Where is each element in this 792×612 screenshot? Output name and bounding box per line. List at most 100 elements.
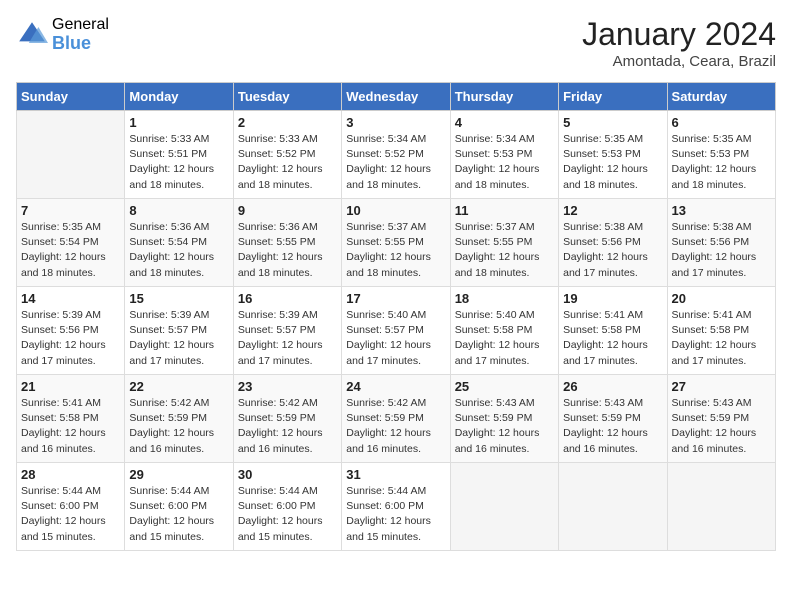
day-number: 2: [238, 115, 337, 130]
header-cell-sunday: Sunday: [17, 83, 125, 111]
day-cell: 11 Sunrise: 5:37 AMSunset: 5:55 PMDayligh…: [450, 199, 558, 287]
day-info: Sunrise: 5:44 AMSunset: 6:00 PMDaylight:…: [238, 484, 337, 545]
day-cell: 26 Sunrise: 5:43 AMSunset: 5:59 PMDayligh…: [559, 375, 667, 463]
day-cell: 27Sunrise: 5:43 AMSunset: 5:59 PMDayligh…: [667, 375, 775, 463]
day-number: 26: [563, 379, 662, 394]
day-number: 4: [455, 115, 554, 130]
day-number: 13: [672, 203, 771, 218]
day-info: Sunrise: 5:33 AMSunset: 5:51 PMDaylight:…: [129, 132, 228, 193]
calendar-body: 1 Sunrise: 5:33 AMSunset: 5:51 PMDaylight…: [17, 111, 776, 551]
title-block: January 2024 Amontada, Ceara, Brazil: [582, 16, 776, 70]
day-cell: 23 Sunrise: 5:42 AMSunset: 5:59 PMDayligh…: [233, 375, 341, 463]
day-info: Sunrise: 5:35 AMSunset: 5:53 PMDaylight:…: [672, 132, 771, 193]
week-row-4: 21 Sunrise: 5:41 AMSunset: 5:58 PMDayligh…: [17, 375, 776, 463]
day-cell: 1 Sunrise: 5:33 AMSunset: 5:51 PMDaylight…: [125, 111, 233, 199]
logo-icon: [16, 19, 48, 51]
day-info: Sunrise: 5:42 AMSunset: 5:59 PMDaylight:…: [238, 396, 337, 457]
day-cell: 22 Sunrise: 5:42 AMSunset: 5:59 PMDayligh…: [125, 375, 233, 463]
day-number: 10: [346, 203, 445, 218]
day-cell: [17, 111, 125, 199]
day-info: Sunrise: 5:43 AMSunset: 5:59 PMDaylight:…: [455, 396, 554, 457]
day-info: Sunrise: 5:41 AMSunset: 5:58 PMDaylight:…: [563, 308, 662, 369]
day-number: 16: [238, 291, 337, 306]
day-cell: 4 Sunrise: 5:34 AMSunset: 5:53 PMDaylight…: [450, 111, 558, 199]
day-cell: 31Sunrise: 5:44 AMSunset: 6:00 PMDayligh…: [342, 463, 450, 551]
day-cell: 6 Sunrise: 5:35 AMSunset: 5:53 PMDaylight…: [667, 111, 775, 199]
day-number: 15: [129, 291, 228, 306]
day-number: 7: [21, 203, 120, 218]
day-cell: 14 Sunrise: 5:39 AMSunset: 5:56 PMDayligh…: [17, 287, 125, 375]
day-info: Sunrise: 5:37 AMSunset: 5:55 PMDaylight:…: [346, 220, 445, 281]
day-cell: 19 Sunrise: 5:41 AMSunset: 5:58 PMDayligh…: [559, 287, 667, 375]
week-row-5: 28 Sunrise: 5:44 AMSunset: 6:00 PMDayligh…: [17, 463, 776, 551]
day-info: Sunrise: 5:39 AMSunset: 5:57 PMDaylight:…: [129, 308, 228, 369]
day-cell: 5Sunrise: 5:35 AMSunset: 5:53 PMDaylight…: [559, 111, 667, 199]
day-info: Sunrise: 5:37 AMSunset: 5:55 PMDaylight:…: [455, 220, 554, 281]
day-info: Sunrise: 5:41 AMSunset: 5:58 PMDaylight:…: [21, 396, 120, 457]
day-cell: 24Sunrise: 5:42 AMSunset: 5:59 PMDayligh…: [342, 375, 450, 463]
day-number: 14: [21, 291, 120, 306]
week-row-1: 1 Sunrise: 5:33 AMSunset: 5:51 PMDaylight…: [17, 111, 776, 199]
day-cell: 15 Sunrise: 5:39 AMSunset: 5:57 PMDayligh…: [125, 287, 233, 375]
logo-general: General: [52, 16, 109, 34]
day-cell: [559, 463, 667, 551]
day-info: Sunrise: 5:44 AMSunset: 6:00 PMDaylight:…: [129, 484, 228, 545]
logo-blue: Blue: [52, 34, 109, 54]
day-info: Sunrise: 5:39 AMSunset: 5:56 PMDaylight:…: [21, 308, 120, 369]
day-cell: 7 Sunrise: 5:35 AMSunset: 5:54 PMDaylight…: [17, 199, 125, 287]
day-number: 20: [672, 291, 771, 306]
calendar-table: SundayMondayTuesdayWednesdayThursdayFrid…: [16, 82, 776, 551]
day-number: 11: [455, 203, 554, 218]
day-number: 8: [129, 203, 228, 218]
day-cell: 17Sunrise: 5:40 AMSunset: 5:57 PMDayligh…: [342, 287, 450, 375]
header-cell-wednesday: Wednesday: [342, 83, 450, 111]
day-cell: 30Sunrise: 5:44 AMSunset: 6:00 PMDayligh…: [233, 463, 341, 551]
day-cell: 2 Sunrise: 5:33 AMSunset: 5:52 PMDaylight…: [233, 111, 341, 199]
header-row: SundayMondayTuesdayWednesdayThursdayFrid…: [17, 83, 776, 111]
day-number: 27: [672, 379, 771, 394]
location: Amontada, Ceara, Brazil: [582, 53, 776, 70]
day-cell: 20Sunrise: 5:41 AMSunset: 5:58 PMDayligh…: [667, 287, 775, 375]
day-cell: [667, 463, 775, 551]
day-cell: 29Sunrise: 5:44 AMSunset: 6:00 PMDayligh…: [125, 463, 233, 551]
day-number: 22: [129, 379, 228, 394]
day-info: Sunrise: 5:34 AMSunset: 5:53 PMDaylight:…: [455, 132, 554, 193]
day-info: Sunrise: 5:34 AMSunset: 5:52 PMDaylight:…: [346, 132, 445, 193]
day-number: 1: [129, 115, 228, 130]
day-cell: 28 Sunrise: 5:44 AMSunset: 6:00 PMDayligh…: [17, 463, 125, 551]
day-info: Sunrise: 5:44 AMSunset: 6:00 PMDaylight:…: [21, 484, 120, 545]
day-cell: 3Sunrise: 5:34 AMSunset: 5:52 PMDaylight…: [342, 111, 450, 199]
day-number: 6: [672, 115, 771, 130]
day-number: 24: [346, 379, 445, 394]
day-info: Sunrise: 5:33 AMSunset: 5:52 PMDaylight:…: [238, 132, 337, 193]
calendar-header: SundayMondayTuesdayWednesdayThursdayFrid…: [17, 83, 776, 111]
day-info: Sunrise: 5:36 AMSunset: 5:54 PMDaylight:…: [129, 220, 228, 281]
day-info: Sunrise: 5:38 AMSunset: 5:56 PMDaylight:…: [672, 220, 771, 281]
day-cell: 25Sunrise: 5:43 AMSunset: 5:59 PMDayligh…: [450, 375, 558, 463]
day-cell: 12Sunrise: 5:38 AMSunset: 5:56 PMDayligh…: [559, 199, 667, 287]
day-number: 28: [21, 467, 120, 482]
day-cell: 16 Sunrise: 5:39 AMSunset: 5:57 PMDayligh…: [233, 287, 341, 375]
day-info: Sunrise: 5:39 AMSunset: 5:57 PMDaylight:…: [238, 308, 337, 369]
day-info: Sunrise: 5:35 AMSunset: 5:53 PMDaylight:…: [563, 132, 662, 193]
week-row-2: 7 Sunrise: 5:35 AMSunset: 5:54 PMDaylight…: [17, 199, 776, 287]
header-cell-monday: Monday: [125, 83, 233, 111]
day-info: Sunrise: 5:44 AMSunset: 6:00 PMDaylight:…: [346, 484, 445, 545]
header-cell-thursday: Thursday: [450, 83, 558, 111]
day-info: Sunrise: 5:35 AMSunset: 5:54 PMDaylight:…: [21, 220, 120, 281]
header-cell-tuesday: Tuesday: [233, 83, 341, 111]
day-cell: 21 Sunrise: 5:41 AMSunset: 5:58 PMDayligh…: [17, 375, 125, 463]
logo: General Blue: [16, 16, 109, 53]
day-info: Sunrise: 5:43 AMSunset: 5:59 PMDaylight:…: [563, 396, 662, 457]
day-number: 9: [238, 203, 337, 218]
day-number: 19: [563, 291, 662, 306]
day-info: Sunrise: 5:38 AMSunset: 5:56 PMDaylight:…: [563, 220, 662, 281]
day-number: 18: [455, 291, 554, 306]
day-cell: [450, 463, 558, 551]
day-number: 21: [21, 379, 120, 394]
day-cell: 8 Sunrise: 5:36 AMSunset: 5:54 PMDaylight…: [125, 199, 233, 287]
day-cell: 13 Sunrise: 5:38 AMSunset: 5:56 PMDayligh…: [667, 199, 775, 287]
day-number: 23: [238, 379, 337, 394]
day-info: Sunrise: 5:40 AMSunset: 5:57 PMDaylight:…: [346, 308, 445, 369]
day-info: Sunrise: 5:42 AMSunset: 5:59 PMDaylight:…: [129, 396, 228, 457]
